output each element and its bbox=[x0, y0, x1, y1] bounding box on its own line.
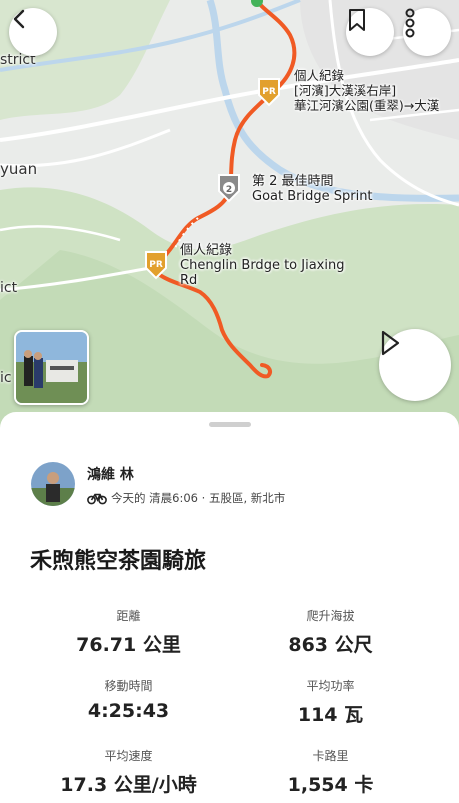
stat-label: 爬升海拔 bbox=[306, 609, 355, 623]
activity-date-location: 今天的 清晨6:06 · 五股區, 新北市 bbox=[111, 491, 286, 505]
back-button[interactable] bbox=[9, 8, 57, 56]
segment-label-line: 個人紀錄 bbox=[180, 243, 233, 258]
photo-thumbnail[interactable] bbox=[14, 330, 89, 405]
play-icon bbox=[381, 330, 400, 356]
bookmark-icon bbox=[349, 9, 365, 31]
stat-value: 114 瓦 bbox=[297, 704, 364, 726]
place-label: yuan bbox=[0, 160, 38, 178]
athlete-avatar-image bbox=[31, 462, 75, 506]
stat-calories: 卡路里 1,554 卡 bbox=[216, 747, 445, 797]
stat-label: 平均功率 bbox=[306, 679, 355, 693]
route-map[interactable]: strict yuan ict ic PR 個人紀錄 [河濱]大漢溪右岸] 華江… bbox=[0, 0, 459, 440]
stat-label: 距離 bbox=[116, 609, 141, 623]
activity-meta: 今天的 清晨6:06 · 五股區, 新北市 bbox=[87, 490, 285, 506]
segment-label-line: Rd bbox=[180, 273, 198, 288]
segment-label-line: Chenglin Brdge to Jiaxing bbox=[180, 258, 345, 273]
athlete-name[interactable]: 鴻維 林 bbox=[87, 464, 134, 484]
more-vertical-icon bbox=[405, 8, 415, 38]
stat-value: 17.3 公里/小時 bbox=[60, 774, 197, 796]
pr-badge-icon[interactable]: PR bbox=[255, 77, 283, 107]
pr-badge-icon[interactable]: PR bbox=[142, 250, 170, 280]
segment-label-3[interactable]: 個人紀錄 Chenglin Brdge to Jiaxing Rd bbox=[180, 243, 344, 288]
stat-avg-speed: 平均速度 17.3 公里/小時 bbox=[14, 747, 243, 797]
svg-text:PR: PR bbox=[149, 260, 163, 270]
stat-distance: 距離 76.71 公里 bbox=[14, 607, 243, 657]
segment-label-1[interactable]: 個人紀錄 [河濱]大漢溪右岸] 華江河濱公園(重翠)→大漢 bbox=[294, 68, 439, 113]
play-flyover-button[interactable] bbox=[379, 329, 451, 401]
stat-avg-power: 平均功率 114 瓦 bbox=[216, 677, 445, 727]
segment-label-line: 華江河濱公園(重翠)→大漢 bbox=[294, 98, 440, 113]
activity-title: 禾煦熊空茶園騎旅 bbox=[30, 549, 207, 574]
stat-label: 卡路里 bbox=[312, 749, 349, 763]
drag-handle[interactable] bbox=[209, 422, 251, 427]
stat-moving-time: 移動時間 4:25:43 bbox=[14, 677, 243, 722]
stat-value: 863 公尺 bbox=[288, 634, 373, 656]
segment-label-2[interactable]: 第 2 最佳時間 Goat Bridge Sprint bbox=[252, 174, 373, 204]
svg-text:PR: PR bbox=[262, 87, 276, 97]
activity-photo bbox=[16, 332, 87, 403]
svg-text:2: 2 bbox=[226, 185, 232, 195]
segment-label-line: 個人紀錄 bbox=[294, 68, 345, 83]
stat-elevation-gain: 爬升海拔 863 公尺 bbox=[216, 607, 445, 657]
more-options-button[interactable] bbox=[403, 8, 451, 56]
stat-value: 4:25:43 bbox=[87, 700, 170, 722]
segment-label-line: [河濱]大漢溪右岸] bbox=[294, 83, 397, 98]
stat-value: 76.71 公里 bbox=[76, 634, 181, 656]
place-label: ict bbox=[0, 280, 18, 296]
segment-label-line: 第 2 最佳時間 bbox=[252, 174, 334, 189]
segment-label-line: Goat Bridge Sprint bbox=[252, 189, 373, 204]
place-label: ic bbox=[0, 370, 12, 386]
rank-2-badge-icon[interactable]: 2 bbox=[215, 173, 243, 203]
chevron-left-icon bbox=[13, 9, 25, 29]
avatar[interactable] bbox=[31, 462, 75, 506]
bike-icon bbox=[87, 493, 107, 504]
stat-value: 1,554 卡 bbox=[287, 774, 374, 796]
stat-label: 平均速度 bbox=[104, 749, 153, 763]
bookmark-button[interactable] bbox=[346, 8, 394, 56]
stat-label: 移動時間 bbox=[104, 679, 153, 693]
